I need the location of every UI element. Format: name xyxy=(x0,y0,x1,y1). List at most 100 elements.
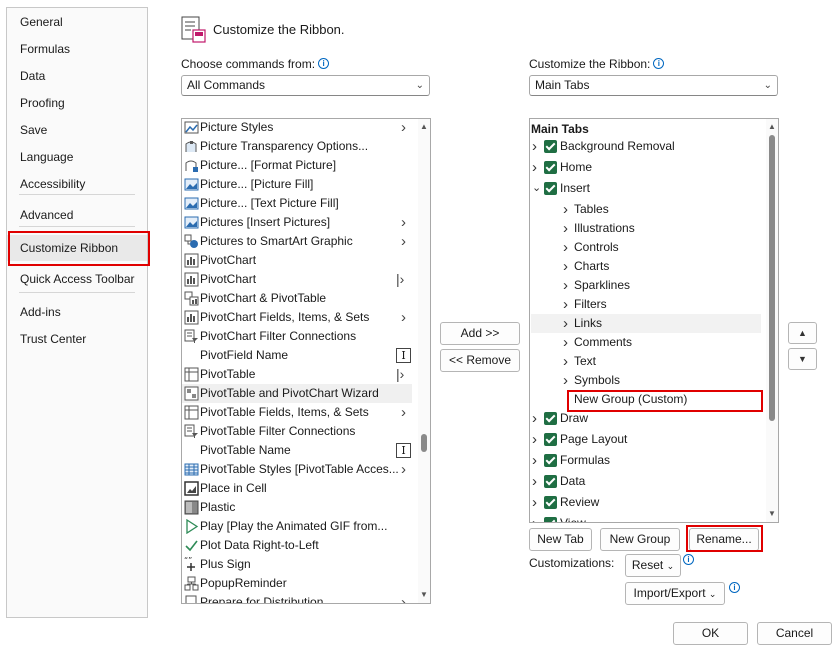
chevron-right-icon[interactable]: › xyxy=(532,493,537,512)
command-list-item[interactable]: Play [Play the Animated GIF from... xyxy=(182,517,412,536)
tree-group-item[interactable]: › Comments xyxy=(531,333,761,352)
command-list-item[interactable]: PivotTable and PivotChart Wizard xyxy=(182,384,412,403)
command-list-item[interactable]: Prepare for Distribution › xyxy=(182,593,412,603)
chevron-right-icon[interactable]: › xyxy=(563,295,568,314)
checkbox-icon[interactable] xyxy=(544,412,557,425)
tree-group-item[interactable]: › Tables xyxy=(531,200,761,219)
new-tab-button[interactable]: New Tab xyxy=(529,528,592,551)
cancel-button[interactable]: Cancel xyxy=(757,622,832,645)
command-list-item[interactable]: PivotTable |› xyxy=(182,365,412,384)
tree-group-item[interactable]: › Charts xyxy=(531,257,761,276)
tree-group-item[interactable]: › Filters xyxy=(531,295,761,314)
checkbox-icon[interactable] xyxy=(544,496,557,509)
nav-item-save[interactable]: Save xyxy=(7,117,147,143)
choose-commands-combo[interactable]: All Commands ⌄ xyxy=(181,75,430,96)
nav-item-advanced[interactable]: Advanced xyxy=(7,202,147,228)
nav-item-data[interactable]: Data xyxy=(7,63,147,89)
rename-button[interactable]: Rename... xyxy=(689,528,759,551)
nav-item-formulas[interactable]: Formulas xyxy=(7,36,147,62)
nav-item-add-ins[interactable]: Add-ins xyxy=(7,299,147,325)
command-list-item[interactable]: PivotChart & PivotTable xyxy=(182,289,412,308)
ribbon-tree[interactable]: Main Tabs ▲ ▼ › Background Removal › Home ⌄ I… xyxy=(529,118,779,523)
tree-tab-item[interactable]: › Data xyxy=(531,472,761,491)
info-icon[interactable]: i xyxy=(653,58,665,69)
tree-scrollbar[interactable]: ▲ ▼ xyxy=(766,119,778,522)
command-list-item[interactable]: PivotChart |› xyxy=(182,270,412,289)
ok-button[interactable]: OK xyxy=(673,622,748,645)
command-list-item[interactable]: PopupReminder xyxy=(182,574,412,593)
chevron-right-icon[interactable]: › xyxy=(563,238,568,257)
command-list-item[interactable]: Picture Styles › xyxy=(182,119,412,137)
move-down-button[interactable]: ▼ xyxy=(788,348,817,370)
tree-group-item[interactable]: › Sparklines xyxy=(531,276,761,295)
chevron-right-icon[interactable]: › xyxy=(563,333,568,352)
chevron-right-icon[interactable]: › xyxy=(563,257,568,276)
new-group-button[interactable]: New Group xyxy=(600,528,680,551)
tree-tab-item[interactable]: › Formulas xyxy=(531,451,761,470)
tree-group-item[interactable]: › Links xyxy=(531,314,761,333)
command-list-item[interactable]: Picture... [Format Picture] xyxy=(182,156,412,175)
tree-group-item[interactable]: New Group (Custom) xyxy=(531,390,761,409)
chevron-right-icon[interactable]: › xyxy=(532,409,537,428)
tree-group-item[interactable]: › Controls xyxy=(531,238,761,257)
scroll-down-icon[interactable]: ▼ xyxy=(766,508,778,520)
nav-item-quick-access-toolbar[interactable]: Quick Access Toolbar xyxy=(7,266,147,292)
chevron-right-icon[interactable]: › xyxy=(532,158,537,177)
chevron-right-icon[interactable]: › xyxy=(532,514,537,522)
info-icon[interactable]: i xyxy=(729,582,740,593)
command-list-item[interactable]: Pictures to SmartArt Graphic › xyxy=(182,232,412,251)
scroll-down-icon[interactable]: ▼ xyxy=(418,589,430,601)
command-list-item[interactable]: PivotField Name I xyxy=(182,346,412,365)
commands-scrollbar[interactable]: ▲ ▼ xyxy=(418,119,430,603)
commands-list[interactable]: ▲ ▼ Picture Styles › Picture Transparency … xyxy=(181,118,431,604)
nav-item-language[interactable]: Language xyxy=(7,144,147,170)
info-icon[interactable]: i xyxy=(318,58,330,69)
chevron-right-icon[interactable]: › xyxy=(532,472,537,491)
command-list-item[interactable]: “” Plus Sign xyxy=(182,555,412,574)
command-list-item[interactable]: PivotChart xyxy=(182,251,412,270)
checkbox-icon[interactable] xyxy=(544,517,557,522)
chevron-right-icon[interactable]: › xyxy=(563,200,568,219)
import-export-button[interactable]: Import/Export ⌄ xyxy=(625,582,725,605)
tree-tab-item[interactable]: › View xyxy=(531,514,761,522)
checkbox-icon[interactable] xyxy=(544,161,557,174)
tree-tab-item[interactable]: › Draw xyxy=(531,409,761,428)
command-list-item[interactable]: Picture Transparency Options... xyxy=(182,137,412,156)
tree-tab-item[interactable]: › Page Layout xyxy=(531,430,761,449)
command-list-item[interactable]: Place in Cell xyxy=(182,479,412,498)
checkbox-icon[interactable] xyxy=(544,140,557,153)
command-list-item[interactable]: Plot Data Right-to-Left xyxy=(182,536,412,555)
ribbon-tabs-combo[interactable]: Main Tabs ⌄ xyxy=(529,75,778,96)
chevron-down-icon[interactable]: ⌄ xyxy=(532,179,541,198)
command-list-item[interactable]: PivotTable Fields, Items, & Sets › xyxy=(182,403,412,422)
command-list-item[interactable]: Picture... [Text Picture Fill] xyxy=(182,194,412,213)
nav-item-customize-ribbon[interactable]: Customize Ribbon xyxy=(7,235,147,261)
scroll-up-icon[interactable]: ▲ xyxy=(418,121,430,133)
command-list-item[interactable]: PivotChart Fields, Items, & Sets › xyxy=(182,308,412,327)
info-icon[interactable]: i xyxy=(683,554,694,565)
checkbox-icon[interactable] xyxy=(544,475,557,488)
chevron-right-icon[interactable]: › xyxy=(563,352,568,371)
nav-item-trust-center[interactable]: Trust Center xyxy=(7,326,147,352)
checkbox-icon[interactable] xyxy=(544,454,557,467)
command-list-item[interactable]: PivotTable Styles [PivotTable Acces... › xyxy=(182,460,412,479)
move-up-button[interactable]: ▲ xyxy=(788,322,817,344)
chevron-right-icon[interactable]: › xyxy=(532,430,537,449)
remove-button[interactable]: << Remove xyxy=(440,349,520,372)
checkbox-icon[interactable] xyxy=(544,433,557,446)
reset-button[interactable]: Reset ⌄ xyxy=(625,554,681,577)
command-list-item[interactable]: Pictures [Insert Pictures] › xyxy=(182,213,412,232)
chevron-right-icon[interactable]: › xyxy=(532,451,537,470)
command-list-item[interactable]: PivotChart Filter Connections xyxy=(182,327,412,346)
tree-tab-item[interactable]: › Background Removal xyxy=(531,137,761,156)
tree-group-item[interactable]: › Text xyxy=(531,352,761,371)
add-button[interactable]: Add >> xyxy=(440,322,520,345)
scroll-up-icon[interactable]: ▲ xyxy=(766,121,778,133)
command-list-item[interactable]: Picture... [Picture Fill] xyxy=(182,175,412,194)
tree-group-item[interactable]: › Symbols xyxy=(531,371,761,390)
scroll-thumb[interactable] xyxy=(769,135,775,421)
nav-item-general[interactable]: General xyxy=(7,9,147,35)
command-list-item[interactable]: Plastic xyxy=(182,498,412,517)
tree-group-item[interactable]: › Illustrations xyxy=(531,219,761,238)
chevron-right-icon[interactable]: › xyxy=(563,314,568,333)
